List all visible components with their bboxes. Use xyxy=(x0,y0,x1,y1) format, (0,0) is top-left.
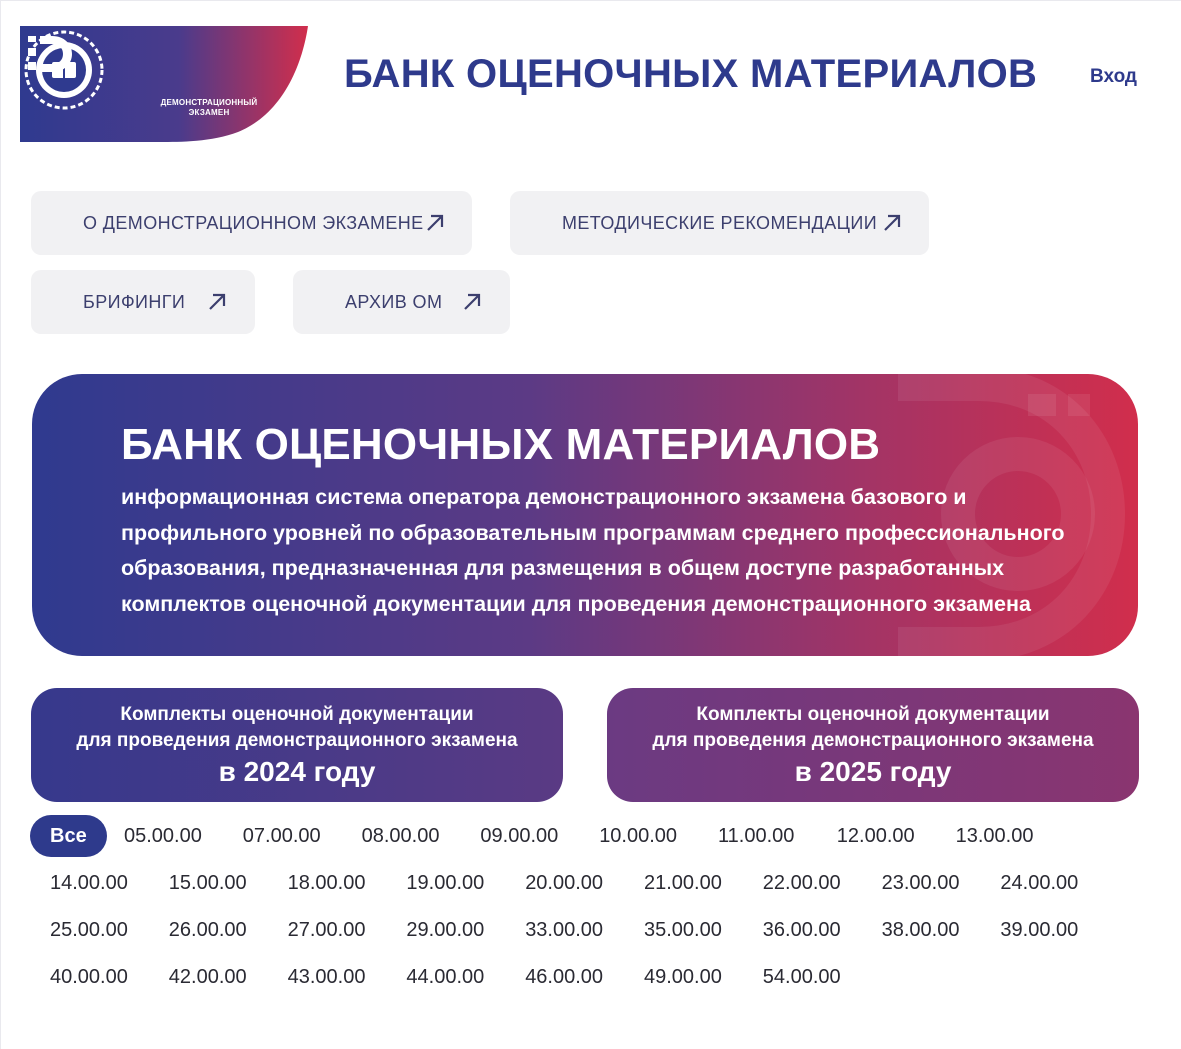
filter-chip[interactable]: 33.00.00 xyxy=(525,909,603,951)
filter-chip[interactable]: 18.00.00 xyxy=(288,862,366,904)
kits-2025-card[interactable]: Комплекты оценочной документации для про… xyxy=(607,688,1139,802)
filter-chip-all[interactable]: Все xyxy=(30,815,107,857)
filter-chip[interactable]: 25.00.00 xyxy=(50,909,128,951)
filter-chip[interactable]: 27.00.00 xyxy=(288,909,366,951)
arrow-up-right-icon xyxy=(884,214,901,231)
site-title: БАНК ОЦЕНОЧНЫХ МАТЕРИАЛОВ xyxy=(344,52,1038,96)
filter-chip[interactable]: 35.00.00 xyxy=(644,909,722,951)
filter-chip[interactable]: 40.00.00 xyxy=(50,956,128,998)
filter-chip[interactable]: 15.00.00 xyxy=(169,862,247,904)
logo-caption: ДЕМОНСТРАЦИОННЫЙ ЭКЗАМЕН xyxy=(138,98,280,118)
filter-chip[interactable]: 49.00.00 xyxy=(644,956,722,998)
nav-label: МЕТОДИЧЕСКИЕ РЕКОМЕНДАЦИИ xyxy=(562,212,878,233)
filter-chip[interactable]: 46.00.00 xyxy=(525,956,603,998)
filter-chip[interactable]: 08.00.00 xyxy=(362,815,440,857)
kit-line1: Комплекты оценочной документации xyxy=(120,704,474,725)
filter-chip[interactable]: 44.00.00 xyxy=(406,956,484,998)
filter-chip[interactable]: 09.00.00 xyxy=(480,815,558,857)
filter-chip[interactable]: 21.00.00 xyxy=(644,862,722,904)
nav-methodical-recommendations[interactable]: МЕТОДИЧЕСКИЕ РЕКОМЕНДАЦИИ xyxy=(510,191,929,255)
filter-chip[interactable]: 39.00.00 xyxy=(1000,909,1078,951)
nav-briefings[interactable]: БРИФИНГИ xyxy=(31,270,255,334)
nav-archive[interactable]: АРХИВ ОМ xyxy=(293,270,510,334)
hero-description: информационная система оператора демонст… xyxy=(121,485,1065,616)
filter-chip[interactable]: 38.00.00 xyxy=(882,909,960,951)
nav-label: О ДЕМОНСТРАЦИОННОМ ЭКЗАМЕНЕ xyxy=(83,212,424,233)
filter-chip[interactable]: 23.00.00 xyxy=(882,862,960,904)
filter-chip[interactable]: 24.00.00 xyxy=(1000,862,1078,904)
kit-year: в 2025 году xyxy=(794,756,952,787)
filter-chip[interactable]: 13.00.00 xyxy=(956,815,1034,857)
filter-chip[interactable]: 20.00.00 xyxy=(525,862,603,904)
filter-chip[interactable]: 26.00.00 xyxy=(169,909,247,951)
nav-about-demo-exam[interactable]: О ДЕМОНСТРАЦИОННОМ ЭКЗАМЕНЕ xyxy=(31,191,472,255)
filter-chip[interactable]: 11.00.00 xyxy=(718,815,794,857)
filter-chip[interactable]: 29.00.00 xyxy=(406,909,484,951)
filter-chip[interactable]: 12.00.00 xyxy=(837,815,915,857)
filter-chip[interactable]: 36.00.00 xyxy=(763,909,841,951)
kit-line2: для проведения демонстрационного экзамен… xyxy=(76,730,518,751)
arrow-up-right-icon xyxy=(427,214,444,231)
kits-2024-card[interactable]: Комплекты оценочной документации для про… xyxy=(31,688,563,802)
header-logo[interactable]: ДЕМОНСТРАЦИОННЫЙ ЭКЗАМЕН xyxy=(20,26,308,142)
filter-chip[interactable]: 54.00.00 xyxy=(763,956,841,998)
logo-caption-line2: ЭКЗАМЕН xyxy=(188,108,230,117)
filter-chip[interactable]: 43.00.00 xyxy=(288,956,366,998)
filter-chip[interactable]: 42.00.00 xyxy=(169,956,247,998)
kit-line2: для проведения демонстрационного экзамен… xyxy=(652,730,1094,751)
nav-label: АРХИВ ОМ xyxy=(345,291,443,312)
hero-title: БАНК ОЦЕНОЧНЫХ МАТЕРИАЛОВ xyxy=(121,420,881,469)
filter-chip[interactable]: 19.00.00 xyxy=(406,862,484,904)
demo-exam-logo-icon xyxy=(28,36,72,72)
filter-chip[interactable]: 14.00.00 xyxy=(50,862,128,904)
kit-line1: Комплекты оценочной документации xyxy=(696,704,1050,725)
login-link[interactable]: Вход xyxy=(1090,66,1137,88)
arrow-up-right-icon xyxy=(209,293,226,310)
filter-chip[interactable]: 10.00.00 xyxy=(599,815,677,857)
filter-chip[interactable]: 07.00.00 xyxy=(243,815,321,857)
nav-label: БРИФИНГИ xyxy=(83,291,186,312)
filter-chip[interactable]: 22.00.00 xyxy=(763,862,841,904)
logo-caption-line1: ДЕМОНСТРАЦИОННЫЙ xyxy=(160,98,258,107)
hero-banner: БАНК ОЦЕНОЧНЫХ МАТЕРИАЛОВ информационная… xyxy=(32,374,1138,656)
kit-year: в 2024 году xyxy=(218,756,376,787)
arrow-up-right-icon xyxy=(464,293,481,310)
filter-chip[interactable]: 05.00.00 xyxy=(124,815,202,857)
